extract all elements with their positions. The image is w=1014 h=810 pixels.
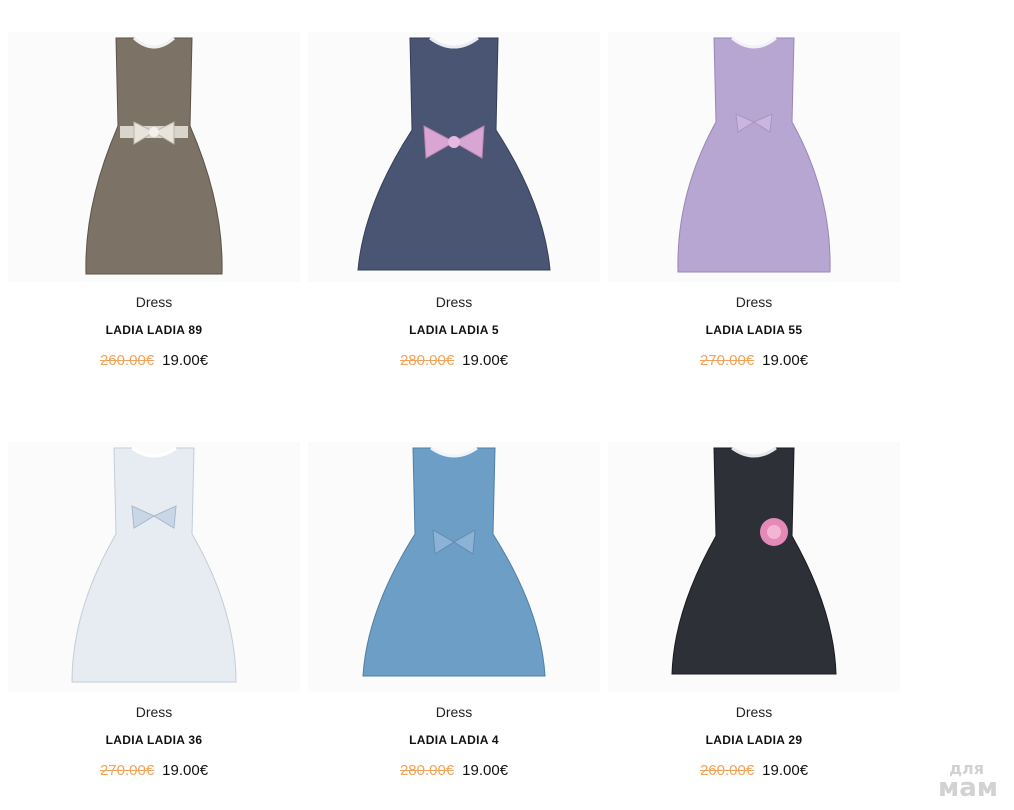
sale-price: 19.00€ [462, 352, 509, 369]
original-price: 260.00€ [699, 762, 755, 779]
dress-image [357, 36, 551, 271]
watermark-logo: для мам [937, 760, 998, 803]
product-name[interactable]: LADIA LADIA 5 [304, 323, 604, 337]
product-price: 280.00€ 19.00€ [304, 352, 604, 369]
original-price: 270.00€ [99, 762, 155, 779]
product-name[interactable]: LADIA LADIA 55 [604, 323, 904, 337]
dress-image [362, 446, 546, 677]
product-card[interactable]: Dress LADIA LADIA 4 280.00€ 19.00€ [304, 410, 604, 810]
product-category: Dress [735, 704, 773, 720]
original-price: 280.00€ [399, 762, 455, 779]
product-category: Dress [135, 704, 173, 720]
product-image[interactable] [308, 442, 600, 692]
product-price: 260.00€ 19.00€ [604, 762, 904, 779]
product-image[interactable] [8, 442, 300, 692]
original-price: 280.00€ [399, 352, 455, 369]
product-price: 260.00€ 19.00€ [4, 352, 304, 369]
product-price: 280.00€ 19.00€ [304, 762, 604, 779]
product-name[interactable]: LADIA LADIA 29 [604, 733, 904, 747]
original-price: 260.00€ [99, 352, 155, 369]
product-name[interactable]: LADIA LADIA 4 [304, 733, 604, 747]
product-card[interactable]: Dress LADIA LADIA 36 270.00€ 19.00€ [4, 410, 304, 810]
product-image[interactable] [308, 32, 600, 282]
product-category: Dress [735, 294, 773, 310]
original-price: 270.00€ [699, 352, 755, 369]
sale-price: 19.00€ [162, 352, 209, 369]
sale-price: 19.00€ [462, 762, 509, 779]
dress-image [85, 36, 223, 275]
product-card[interactable]: Dress LADIA LADIA 5 280.00€ 19.00€ [304, 0, 604, 400]
sale-price: 19.00€ [762, 762, 809, 779]
product-image[interactable] [608, 442, 900, 692]
product-price: 270.00€ 19.00€ [604, 352, 904, 369]
watermark-line-2: мам [937, 772, 998, 803]
sale-price: 19.00€ [762, 352, 809, 369]
product-category: Dress [135, 294, 173, 310]
product-card[interactable]: Dress LADIA LADIA 29 260.00€ 19.00€ [604, 410, 904, 810]
product-name[interactable]: LADIA LADIA 89 [4, 323, 304, 337]
product-category: Dress [435, 704, 473, 720]
sale-price: 19.00€ [162, 762, 209, 779]
dress-image [71, 446, 237, 683]
product-price: 270.00€ 19.00€ [4, 762, 304, 779]
dress-image [671, 446, 837, 675]
product-category: Dress [435, 294, 473, 310]
product-image[interactable] [608, 32, 900, 282]
product-card[interactable]: Dress LADIA LADIA 55 270.00€ 19.00€ [604, 0, 904, 400]
dress-image [677, 36, 831, 273]
product-grid: Dress LADIA LADIA 89 260.00€ 19.00€ Dress… [0, 0, 1014, 810]
product-image[interactable] [8, 32, 300, 282]
product-card[interactable]: Dress LADIA LADIA 89 260.00€ 19.00€ [4, 0, 304, 400]
product-name[interactable]: LADIA LADIA 36 [4, 733, 304, 747]
